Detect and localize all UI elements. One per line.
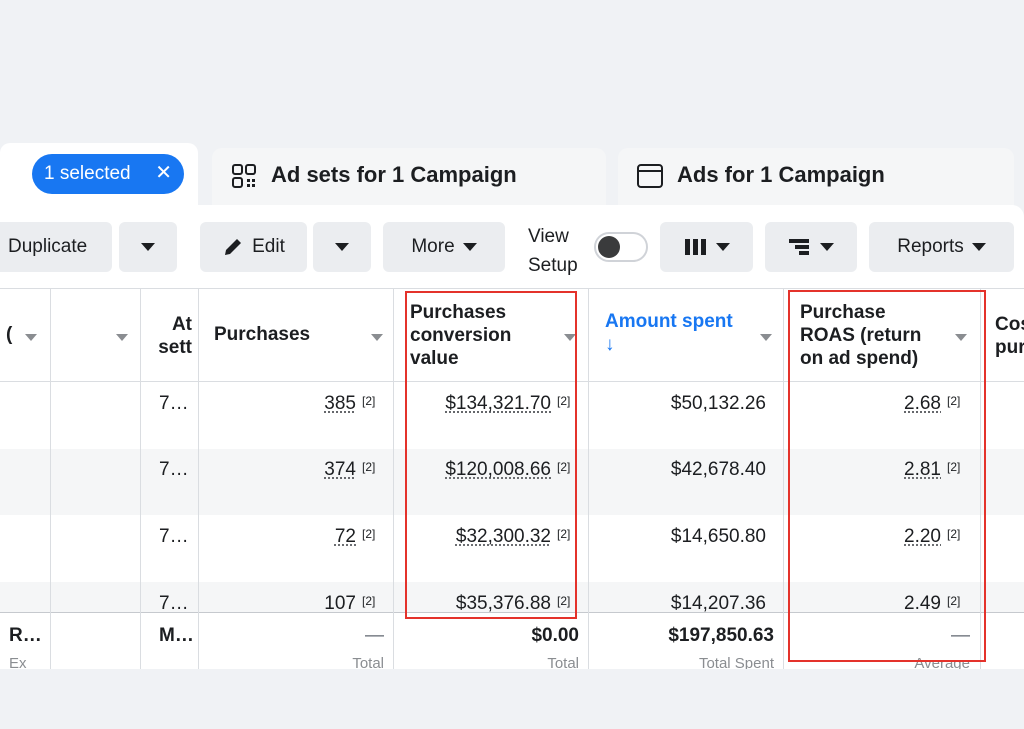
edit-dropdown-button[interactable] — [313, 222, 371, 272]
edit-button[interactable]: Edit — [200, 222, 307, 272]
view-setup-toggle[interactable] — [594, 232, 648, 262]
column-divider — [393, 288, 394, 669]
chevron-down-icon — [335, 243, 349, 251]
column-header-amount-spent[interactable]: Amount spent ↓ — [605, 310, 733, 356]
sort-caret-icon[interactable] — [25, 334, 37, 341]
duplicate-dropdown-button[interactable] — [119, 222, 177, 272]
purchases-cell[interactable]: 72 — [335, 526, 356, 548]
tab-ads-label: Ads for 1 Campaign — [677, 162, 885, 187]
amount-spent-cell: $14,650.80 — [670, 526, 766, 547]
purchases-cell[interactable]: 107 — [324, 593, 356, 615]
table-top-border — [0, 288, 1024, 289]
sort-caret-icon[interactable] — [116, 334, 128, 341]
footnote-marker: [2] — [362, 460, 376, 474]
attribution-cell: 7… — [159, 526, 189, 547]
reports-button[interactable]: Reports — [869, 222, 1014, 272]
columns-icon — [684, 239, 706, 255]
chevron-down-icon — [715, 243, 730, 251]
toggle-knob — [598, 236, 620, 258]
more-button[interactable]: More — [383, 222, 505, 272]
view-setup-line-1: View — [528, 226, 569, 247]
attribution-cell: 7… — [159, 593, 189, 614]
duplicate-label: Duplicate — [8, 236, 88, 257]
selection-chip[interactable]: 1 selected ✕ — [32, 154, 184, 194]
clear-selection-icon[interactable]: ✕ — [155, 162, 172, 184]
amount-spent-cell: $50,132.26 — [670, 393, 766, 414]
amount-spent-cell: $42,678.40 — [670, 459, 766, 480]
footnote-marker: [2] — [362, 527, 376, 541]
footnote-marker: [2] — [362, 594, 376, 608]
sort-caret-icon[interactable] — [760, 334, 772, 341]
totals-purchases-cell: — — [365, 625, 384, 646]
highlight-box-roas — [788, 290, 986, 662]
columns-button[interactable] — [660, 222, 753, 272]
totals-amount-spent-cell: $197,850.63 — [668, 625, 774, 646]
chevron-down-icon — [820, 243, 834, 251]
amount-spent-cell: $14,207.36 — [670, 593, 766, 614]
column-header-purchases[interactable]: Purchases — [214, 323, 310, 346]
sort-caret-icon[interactable] — [371, 334, 383, 341]
purchases-cell[interactable]: 374 — [324, 459, 356, 481]
view-setup-label: View Setup — [528, 222, 578, 280]
grid-icon — [232, 164, 256, 188]
window-icon — [637, 164, 663, 188]
sort-descending-icon: ↓ — [605, 334, 615, 355]
cost-header-line-2: pur — [995, 337, 1024, 358]
column-header-partial[interactable]: ( — [6, 323, 12, 346]
column-divider — [198, 288, 199, 669]
cost-header-line-1: Cos — [995, 314, 1024, 335]
chevron-down-icon — [462, 243, 477, 251]
tab-ad-sets-label: Ad sets for 1 Campaign — [271, 162, 517, 187]
duplicate-button[interactable]: Duplicate — [0, 222, 112, 272]
view-setup-line-2: Setup — [528, 255, 578, 276]
purchases-cell[interactable]: 385 — [324, 393, 356, 415]
footnote-marker: [2] — [362, 394, 376, 408]
totals-first-cell: R… — [9, 625, 42, 646]
edit-label: Edit — [252, 236, 285, 257]
column-divider — [783, 288, 784, 669]
column-header-cost-per-purchase[interactable]: Cos pur — [995, 313, 1024, 359]
breakdown-button[interactable] — [765, 222, 857, 272]
attribution-header-line-2: sett — [158, 337, 192, 358]
amount-spent-header-label: Amount spent — [605, 311, 733, 332]
attribution-header-line-1: At — [171, 314, 192, 335]
chevron-down-icon — [971, 243, 986, 251]
chevron-down-icon — [141, 243, 155, 251]
pencil-icon — [225, 239, 242, 255]
reports-label: Reports — [897, 236, 964, 257]
highlight-box-conversion-value — [405, 291, 577, 619]
attribution-cell: 7… — [159, 393, 189, 414]
breakdown-icon — [789, 239, 809, 255]
totals-conversion-value-cell: $0.00 — [531, 625, 579, 646]
totals-attribution-cell: M… — [159, 625, 194, 646]
more-label: More — [411, 236, 455, 257]
page-backdrop-bottom — [0, 669, 1024, 729]
column-divider — [50, 288, 51, 669]
selection-chip-label: 1 selected — [44, 163, 131, 184]
attribution-cell: 7… — [159, 459, 189, 480]
column-divider — [588, 288, 589, 669]
column-divider — [140, 288, 141, 669]
column-header-attribution[interactable]: At sett — [150, 313, 192, 359]
